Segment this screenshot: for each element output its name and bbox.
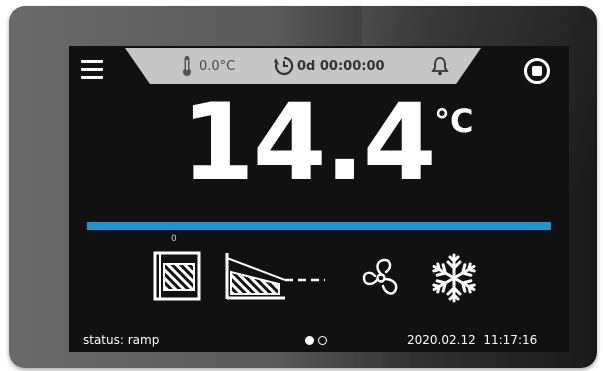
page-dot-2[interactable] [318,336,327,345]
status-strip: 0.0°C 0d 00:00:00 [125,48,481,84]
alarm-indicator[interactable] [431,48,449,84]
timer-value: 0d 00:00:00 [297,58,385,74]
timer-readout: 0d 00:00:00 [274,48,385,84]
date-value: 2020.02.12 [407,333,476,347]
temperature-unit: °C [434,102,474,140]
temperature-value: 14.4 [181,81,437,204]
bell-icon [431,57,449,76]
date-time: 2020.02.12 11:17:16 [407,333,537,347]
heating-icon[interactable] [151,250,203,302]
page-indicator[interactable] [305,336,327,345]
program-progress-bar [87,222,551,230]
status-text: status: ramp [83,333,160,347]
time-value: 11:17:16 [483,333,538,347]
stop-icon[interactable] [524,58,550,84]
touch-screen: 0.0°C 0d 00:00:00 14.4 °C 0 status: ramp… [69,46,569,352]
step-number: 0 [171,234,177,244]
timer-icon [274,56,294,76]
device-bezel: 0.0°C 0d 00:00:00 14.4 °C 0 status: ramp… [9,6,597,368]
snowflake-icon[interactable] [425,252,483,304]
program-progress-fill [87,222,551,230]
page-dot-1[interactable] [305,336,314,345]
chamber-temp-value: 0.0°C [199,58,236,74]
fan-icon[interactable] [359,256,403,300]
menu-icon[interactable] [81,60,103,80]
chamber-temp-readout: 0.0°C [181,48,235,84]
ramp-icon[interactable] [221,250,331,302]
thermometer-icon [183,56,191,76]
